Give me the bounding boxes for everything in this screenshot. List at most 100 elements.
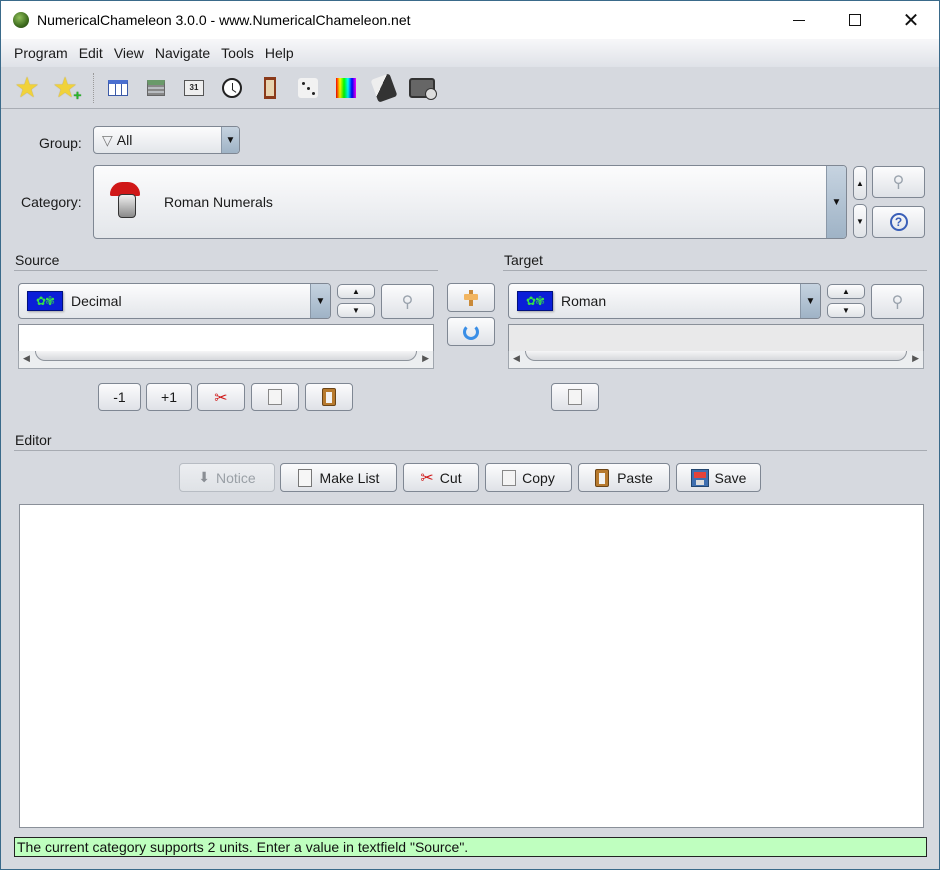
calculator-button[interactable]	[142, 74, 170, 102]
copy-icon	[499, 466, 517, 486]
menu-navigate[interactable]: Navigate	[149, 45, 215, 61]
target-unit-previous-button[interactable]: ▲	[827, 284, 865, 299]
notice-label: Notice	[216, 469, 256, 486]
clock-button[interactable]	[218, 74, 246, 102]
add-favorite-button[interactable]: ★ +	[51, 73, 82, 103]
title-bar: NumericalChameleon 3.0.0 - www.Numerical…	[1, 1, 939, 39]
phone-button[interactable]	[370, 72, 398, 103]
chevron-down-icon: ▼	[826, 166, 846, 238]
source-input[interactable]	[18, 324, 434, 352]
menu-program[interactable]: Program	[8, 45, 73, 61]
scroll-left-icon[interactable]: ◀	[513, 353, 520, 364]
source-title: Source	[15, 252, 60, 268]
help-icon: ?	[889, 213, 908, 231]
world-map-icon: ✿✾	[27, 291, 63, 311]
table-icon	[108, 79, 128, 96]
save-label: Save	[714, 469, 747, 486]
scrollbar-thumb[interactable]	[525, 351, 907, 361]
save-button[interactable]: Save	[676, 463, 761, 492]
chevron-up-icon: ▲	[352, 287, 360, 296]
source-cut-button[interactable]: ✂	[197, 383, 245, 411]
chevron-down-icon: ▼	[310, 284, 330, 318]
hourglass-button[interactable]	[256, 74, 284, 102]
plus-badge-icon: +	[73, 86, 82, 103]
menu-edit[interactable]: Edit	[73, 45, 108, 61]
favorites-star-icon: ★	[14, 71, 40, 103]
menu-view[interactable]: View	[108, 45, 149, 61]
close-button[interactable]: ✕	[883, 1, 939, 39]
money-icon	[409, 77, 437, 100]
chevron-down-icon: ▼	[800, 284, 820, 318]
maximize-button[interactable]	[827, 1, 883, 39]
editor-divider	[14, 450, 927, 451]
editor-title: Editor	[15, 432, 52, 448]
target-output[interactable]	[508, 324, 924, 352]
scissors-icon: ✂	[214, 387, 228, 407]
document-icon	[297, 468, 312, 487]
category-help-button[interactable]: ?	[872, 206, 925, 238]
floppy-disk-icon	[690, 468, 709, 487]
scroll-right-icon[interactable]: ▶	[422, 353, 429, 364]
swap-units-button[interactable]	[447, 283, 495, 312]
minimize-icon	[793, 19, 805, 21]
clipboard-icon	[595, 468, 610, 487]
source-divider	[14, 270, 438, 271]
source-unit-select[interactable]: ✿✾ Decimal ▼	[18, 283, 331, 319]
money-button[interactable]	[408, 74, 437, 102]
paste-button[interactable]: Paste	[578, 463, 670, 492]
category-search-button[interactable]: ⚲	[872, 166, 925, 198]
category-next-button[interactable]: ▼	[853, 204, 867, 238]
maximize-icon	[849, 14, 861, 26]
menu-help[interactable]: Help	[259, 45, 299, 61]
dice-pip	[307, 86, 310, 90]
editor-textarea[interactable]	[19, 504, 924, 828]
copy-button[interactable]: Copy	[485, 463, 572, 492]
increment-button[interactable]: +1	[146, 383, 192, 411]
scrollbar-thumb[interactable]	[35, 351, 417, 361]
decrement-button[interactable]: -1	[98, 383, 141, 411]
target-unit-next-button[interactable]: ▼	[827, 303, 865, 318]
map-land: ✿✾	[525, 294, 545, 308]
paste-label: Paste	[617, 469, 653, 486]
target-unit-select[interactable]: ✿✾ Roman ▼	[508, 283, 821, 319]
dice-pip	[312, 91, 315, 95]
chevron-down-icon: ▼	[856, 216, 864, 226]
scroll-right-icon[interactable]: ▶	[912, 353, 919, 364]
cut-button[interactable]: ✂ Cut	[403, 463, 479, 492]
target-search-button[interactable]: ⚲	[871, 284, 924, 319]
search-icon: ⚲	[401, 293, 414, 311]
clipboard-icon	[322, 388, 336, 406]
menu-bar: Program Edit View Navigate Tools Help	[1, 39, 939, 67]
chevron-up-icon: ▲	[842, 287, 850, 296]
search-icon: ⚲	[891, 293, 904, 311]
source-unit-next-button[interactable]: ▼	[337, 303, 375, 318]
source-search-button[interactable]: ⚲	[381, 284, 434, 319]
minimize-button[interactable]	[771, 1, 827, 39]
group-select[interactable]: ▽ All ▼	[93, 126, 240, 154]
favorites-button[interactable]: ★	[13, 71, 41, 103]
target-copy-button[interactable]	[551, 383, 599, 411]
scroll-left-icon[interactable]: ◀	[23, 353, 30, 364]
table-button[interactable]	[104, 74, 132, 102]
calculator-icon	[147, 79, 165, 96]
category-previous-button[interactable]: ▲	[853, 166, 867, 200]
dice-button[interactable]	[294, 74, 322, 102]
source-unit-previous-button[interactable]: ▲	[337, 284, 375, 299]
menu-tools[interactable]: Tools	[215, 45, 259, 61]
target-horizontal-scrollbar[interactable]: ◀ ▶	[508, 351, 924, 369]
source-copy-button[interactable]	[251, 383, 299, 411]
dice-icon	[298, 77, 318, 98]
color-button[interactable]	[332, 74, 360, 102]
calendar-button[interactable]: 31	[180, 74, 208, 102]
notice-button[interactable]: ⬇ Notice	[179, 463, 275, 492]
category-select[interactable]: Roman Numerals ▼	[93, 165, 847, 239]
chevron-down-icon: ▼	[352, 306, 360, 315]
refresh-button[interactable]	[447, 317, 495, 346]
make-list-button[interactable]: Make List	[280, 463, 397, 492]
source-paste-button[interactable]	[305, 383, 353, 411]
source-unit-value: Decimal	[71, 293, 122, 309]
status-bar: The current category supports 2 units. E…	[14, 837, 927, 857]
chevron-up-icon: ▲	[856, 178, 864, 188]
down-arrow-icon: ⬇	[198, 469, 211, 485]
source-horizontal-scrollbar[interactable]: ◀ ▶	[18, 351, 434, 369]
